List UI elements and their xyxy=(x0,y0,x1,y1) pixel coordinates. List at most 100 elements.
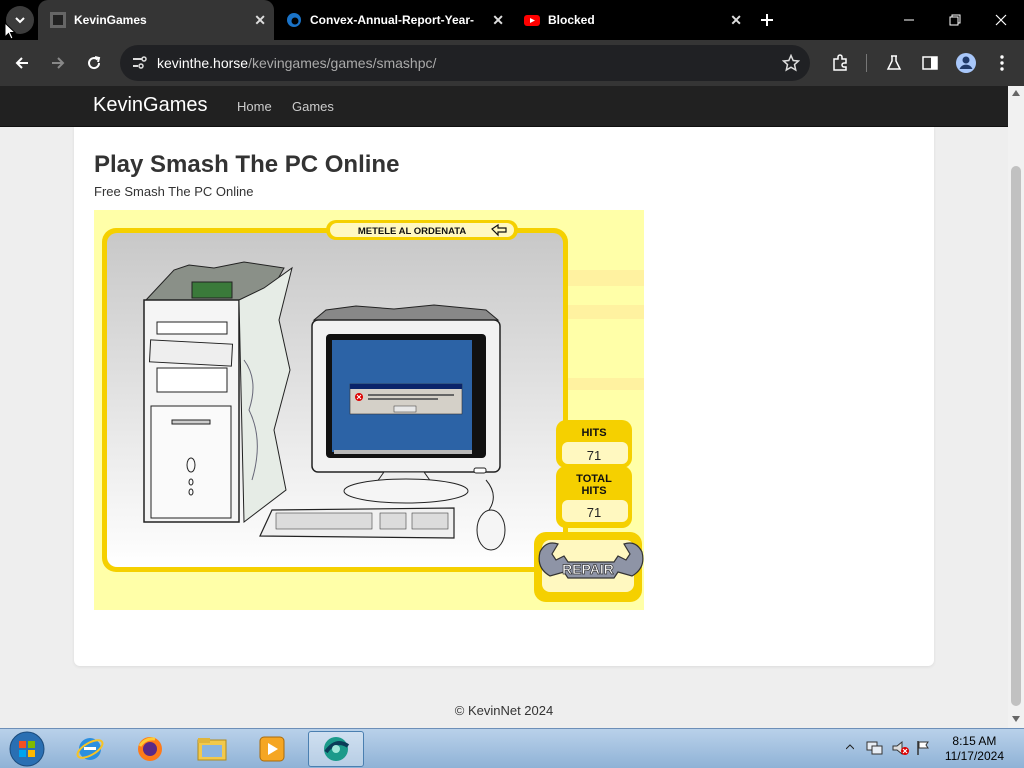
site-info-icon[interactable] xyxy=(130,54,148,72)
game-canvas[interactable]: METELE AL ORDENATA HITS 71 TOTAL HITS 71… xyxy=(94,210,644,610)
tab-title: Blocked xyxy=(548,13,595,27)
nav-games-link[interactable]: Games xyxy=(292,99,334,114)
mouse-cursor-icon xyxy=(4,22,16,40)
tab-close-icon[interactable]: ✕ xyxy=(730,12,742,29)
mouse[interactable] xyxy=(476,509,506,551)
site-footer: © KevinNet 2024 xyxy=(454,703,554,718)
scroll-down-icon[interactable] xyxy=(1012,716,1020,722)
hits-value: 71 xyxy=(587,448,601,463)
error-text-line xyxy=(368,398,438,400)
total-hits-label-2: HITS xyxy=(581,485,606,497)
close-window-button[interactable] xyxy=(978,0,1024,40)
tab-blocked[interactable]: Blocked ✕ xyxy=(514,0,750,40)
tab-close-icon[interactable]: ✕ xyxy=(254,12,266,29)
error-dialog-titlebar xyxy=(350,384,462,389)
minimize-icon xyxy=(904,19,914,21)
decor-stripe xyxy=(564,305,644,319)
scrollbar-thumb[interactable] xyxy=(1011,166,1021,706)
error-text-line xyxy=(368,394,454,396)
kebab-menu-icon xyxy=(1000,55,1004,71)
flask-icon xyxy=(886,55,902,70)
reload-button[interactable] xyxy=(82,51,106,75)
tab-convex-report[interactable]: Convex-Annual-Report-Year-2 ✕ xyxy=(276,0,512,40)
side-panel-icon xyxy=(922,56,938,70)
network-icon[interactable] xyxy=(866,740,884,756)
site-navbar: KevinGames Home Games xyxy=(0,86,1008,127)
menu-button[interactable] xyxy=(990,51,1014,75)
tab-close-icon[interactable]: ✕ xyxy=(492,12,504,29)
internet-explorer-icon xyxy=(76,738,104,760)
bookmark-star-icon[interactable] xyxy=(782,54,800,72)
clock-time: 8:15 AM xyxy=(952,734,997,748)
address-bar[interactable]: kevinthe.horse/kevingames/games/smashpc/ xyxy=(120,45,810,81)
close-icon xyxy=(995,14,1007,26)
url-domain: kevinthe.horse xyxy=(157,55,249,71)
total-hits-label-1: TOTAL xyxy=(576,473,612,485)
restore-button[interactable] xyxy=(932,0,978,40)
new-tab-button[interactable] xyxy=(744,0,790,40)
taskbar-mini xyxy=(334,450,472,454)
url-text: kevinthe.horse/kevingames/games/smashpc/ xyxy=(157,55,436,71)
page-title: Play Smash The PC Online xyxy=(94,151,400,178)
start-button[interactable] xyxy=(2,731,52,767)
decor-stripe xyxy=(564,378,644,390)
game-card: Play Smash The PC Online Free Smash The … xyxy=(74,127,934,666)
taskbar-file-explorer[interactable] xyxy=(184,731,240,767)
folder-icon xyxy=(197,738,227,761)
taskbar-internet-explorer[interactable] xyxy=(62,731,118,767)
floppy-bay xyxy=(156,321,228,335)
total-hits-value: 71 xyxy=(587,505,601,520)
web-page: KevinGames Home Games Play Smash The PC … xyxy=(0,86,1008,728)
keyboard-keys-numpad xyxy=(411,512,449,530)
monitor-stand xyxy=(343,478,469,504)
keyboard-keys-arrows xyxy=(379,512,407,530)
page-subtitle: Free Smash The PC Online xyxy=(94,184,254,199)
edge-favicon-icon xyxy=(287,13,301,27)
firefox-icon xyxy=(138,737,162,761)
youtube-favicon-icon xyxy=(524,15,540,26)
labs-button[interactable] xyxy=(882,51,906,75)
tray-expand-icon[interactable] xyxy=(846,743,854,751)
avatar-icon xyxy=(956,53,976,73)
profile-button[interactable] xyxy=(954,51,978,75)
tower-slot xyxy=(171,419,211,425)
clock-date: 11/17/2024 xyxy=(944,749,1004,763)
taskbar-media-player[interactable] xyxy=(244,731,300,767)
url-path: /kevingames/games/smashpc/ xyxy=(248,55,437,71)
scroll-up-icon[interactable] xyxy=(1012,90,1020,96)
cd-drive-broken xyxy=(148,339,234,367)
site-brand[interactable]: KevinGames xyxy=(93,94,208,117)
back-button[interactable] xyxy=(10,51,34,75)
windows-orb-icon xyxy=(9,731,45,767)
tab-kevingames[interactable]: KevinGames ✕ xyxy=(38,0,274,40)
error-ok-button xyxy=(393,405,417,413)
tab-title: KevinGames xyxy=(74,13,147,27)
volume-muted-icon[interactable] xyxy=(892,740,910,756)
drive-bay xyxy=(156,367,228,393)
puzzle-icon xyxy=(833,54,847,71)
keyboard-keys-main xyxy=(275,512,373,530)
tower-circuit-board xyxy=(191,281,233,299)
taskbar-firefox[interactable] xyxy=(122,731,178,767)
action-center-flag-icon[interactable] xyxy=(916,740,930,756)
browser-tab-strip: KevinGames ✕ Convex-Annual-Report-Year-2… xyxy=(0,0,1024,40)
smash-pc-scene[interactable]: METELE AL ORDENATA HITS 71 TOTAL HITS 71… xyxy=(94,210,644,610)
forward-button[interactable] xyxy=(46,51,70,75)
media-player-icon xyxy=(259,736,285,762)
browser-toolbar: kevinthe.horse/kevingames/games/smashpc/ xyxy=(0,40,1024,86)
system-clock[interactable]: 8:15 AM 11/17/2024 xyxy=(945,734,1004,764)
side-panel-button[interactable] xyxy=(918,51,942,75)
nav-home-link[interactable]: Home xyxy=(237,99,272,114)
reload-icon xyxy=(88,56,101,70)
toolbar-divider xyxy=(866,54,867,72)
taskbar-active-app[interactable] xyxy=(308,731,364,767)
minimize-button[interactable] xyxy=(886,0,932,40)
page-scrollbar[interactable] xyxy=(1008,86,1024,728)
windows-taskbar: 8:15 AM 11/17/2024 xyxy=(0,728,1024,768)
monitor-button xyxy=(473,467,487,474)
app-swirl-icon xyxy=(324,737,350,761)
decor-stripe xyxy=(564,270,644,286)
extensions-button[interactable] xyxy=(828,51,852,75)
plus-icon xyxy=(761,14,773,26)
arrow-left-icon xyxy=(15,57,28,69)
